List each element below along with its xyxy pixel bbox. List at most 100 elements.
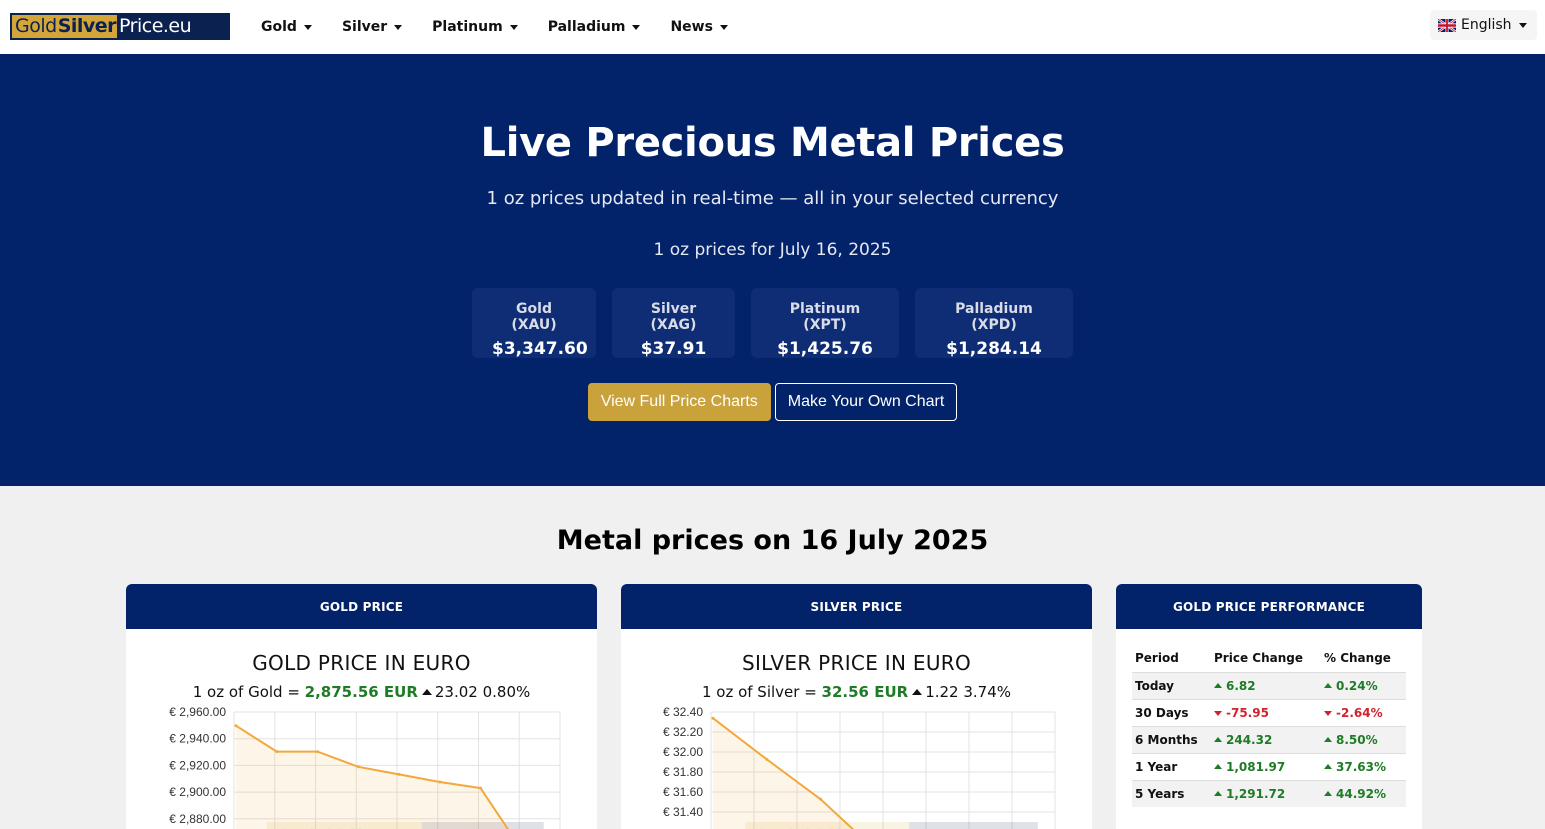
price-card-value: $37.91 xyxy=(640,339,707,359)
caret-up-icon xyxy=(1324,682,1332,688)
price-card-value: $1,284.14 xyxy=(946,339,1042,359)
pct-change-cell: 8.50% xyxy=(1321,725,1406,753)
caret-up-icon xyxy=(1214,682,1222,688)
language-selector[interactable]: English xyxy=(1430,10,1537,40)
caret-down-icon xyxy=(632,24,641,30)
pct-change-value: 37.63% xyxy=(1336,759,1386,774)
nav-item-news[interactable]: News xyxy=(670,19,728,35)
price-card-value: $3,347.60 xyxy=(492,339,588,359)
period-cell: 5 Years xyxy=(1132,779,1211,807)
nav-item-platinum[interactable]: Platinum xyxy=(432,19,518,35)
data-point[interactable] xyxy=(234,724,238,728)
pct-change-value: 8.50% xyxy=(1336,732,1378,747)
price-change-value: 1,081.97 xyxy=(1226,759,1286,774)
price-card-gold: Gold (XAU) $3,347.60 xyxy=(472,288,596,359)
logo-part-silver: Silver xyxy=(57,15,118,38)
pct-change-cell: 0.24% xyxy=(1321,671,1406,699)
hero-buttons: View Full Price Charts Make Your Own Cha… xyxy=(0,383,1545,421)
table-row: Today 6.82 0.24% xyxy=(1132,671,1406,699)
price-change-value: 1,291.72 xyxy=(1226,786,1286,801)
gold-price-panel: GOLD PRICE GOLD PRICE IN EURO 1 oz of Go… xyxy=(126,584,597,829)
panel-header: SILVER PRICE xyxy=(621,584,1092,629)
price-card-palladium: Palladium (XPD) $1,284.14 xyxy=(915,288,1073,359)
price-card-value: $1,425.76 xyxy=(777,339,873,359)
table-row: 6 Months 244.32 8.50% xyxy=(1132,725,1406,753)
section-title: Metal prices on 16 July 2025 xyxy=(556,525,989,556)
gold-price-chart[interactable]: € 2,960.00 € 2,940.00 € 2,920.00 € 2,900.00… xyxy=(126,629,597,829)
price-change-cell: 1,081.97 xyxy=(1211,752,1321,780)
panel-body: SILVER PRICE IN EURO 1 oz of Silver = 32… xyxy=(621,629,1092,829)
pct-change-value: -2.64% xyxy=(1336,705,1383,720)
data-point[interactable] xyxy=(438,780,442,784)
y-tick-label: € 32.00 xyxy=(663,745,703,759)
caret-up-icon xyxy=(1324,763,1332,769)
column-header-pct-change: % Change xyxy=(1324,651,1391,666)
language-label: English xyxy=(1461,17,1512,33)
y-tick-label: € 2,960.00 xyxy=(169,705,226,719)
y-tick-label: € 2,880.00 xyxy=(169,812,226,826)
pct-change-value: 44.92% xyxy=(1336,786,1386,801)
price-change-value: -75.95 xyxy=(1226,705,1269,720)
view-price-charts-button[interactable]: View Full Price Charts xyxy=(587,383,771,421)
silver-price-chart[interactable]: € 32.40€ 32.20€ 32.00€ 31.80€ 31.60€ 31.… xyxy=(621,629,1092,829)
caret-up-icon xyxy=(1214,736,1222,742)
price-card-name: Platinum (XPT) xyxy=(789,301,861,333)
price-change-value: 244.32 xyxy=(1226,732,1273,747)
performance-table: Period Price Change % Change Today 6.82 0.… xyxy=(1132,645,1406,807)
nav-item-silver[interactable]: Silver xyxy=(342,19,403,35)
panel-header: GOLD PRICE xyxy=(126,584,597,629)
price-card-name: Silver (XAG) xyxy=(650,301,697,333)
data-point[interactable] xyxy=(275,750,279,754)
price-change-cell: -75.95 xyxy=(1211,698,1321,726)
data-point[interactable] xyxy=(356,765,360,769)
price-card-name: Gold (XAU) xyxy=(511,301,557,333)
uk-flag-icon xyxy=(1438,18,1456,32)
data-point[interactable] xyxy=(397,772,401,776)
pct-change-cell: 44.92% xyxy=(1321,779,1406,807)
caret-up-icon xyxy=(1324,790,1332,796)
data-point[interactable] xyxy=(316,750,319,754)
caret-down-icon xyxy=(719,24,728,30)
pct-change-value: 0.24% xyxy=(1336,678,1378,693)
hero-title: Live Precious Metal Prices xyxy=(480,120,1065,166)
gold-performance-panel: GOLD PRICE PERFORMANCE Period Price Chan… xyxy=(1116,584,1422,829)
silver-price-panel: SILVER PRICE SILVER PRICE IN EURO 1 oz o… xyxy=(621,584,1092,829)
price-change-cell: 1,291.72 xyxy=(1211,779,1321,807)
price-change-cell: 6.82 xyxy=(1211,671,1321,699)
price-card-name: Palladium (XPD) xyxy=(955,301,1033,333)
panel-header: GOLD PRICE PERFORMANCE xyxy=(1116,584,1422,629)
data-point[interactable] xyxy=(711,716,715,720)
price-change-cell: 244.32 xyxy=(1211,725,1321,753)
data-point[interactable] xyxy=(479,786,482,790)
table-row: 30 Days -75.95 -2.64% xyxy=(1132,698,1406,726)
data-point[interactable] xyxy=(765,757,769,761)
y-tick-label: € 2,920.00 xyxy=(169,758,226,772)
caret-up-icon xyxy=(1324,736,1332,742)
hero-date: 1 oz prices for July 16, 2025 xyxy=(653,240,892,260)
site-logo[interactable]: Gold Silver Price.eu xyxy=(10,13,230,40)
caret-up-icon xyxy=(1214,790,1222,796)
make-own-chart-button[interactable]: Make Your Own Chart xyxy=(774,383,958,421)
y-tick-label: € 32.40 xyxy=(663,705,703,719)
logo-part-price: Price.eu xyxy=(117,15,228,38)
caret-down-icon xyxy=(1324,710,1332,716)
panel-body: GOLD PRICE IN EURO 1 oz of Gold = 2,875.… xyxy=(126,629,597,829)
caret-up-icon xyxy=(1214,763,1222,769)
nav-item-label: Palladium xyxy=(547,19,626,35)
column-header-period: Period xyxy=(1135,651,1179,666)
caret-down-icon xyxy=(509,24,518,30)
nav-item-palladium[interactable]: Palladium xyxy=(548,19,641,35)
data-point[interactable] xyxy=(819,797,822,801)
caret-down-icon xyxy=(303,24,312,30)
hero-subtitle: 1 oz prices updated in real-time — all i… xyxy=(486,188,1059,209)
y-tick-label: € 31.80 xyxy=(663,765,703,779)
pct-change-cell: 37.63% xyxy=(1321,752,1406,780)
navbar: Gold Silver Price.eu Gold Silver Platinum … xyxy=(0,0,1545,54)
y-tick-label: € 2,900.00 xyxy=(169,785,226,799)
nav-item-gold[interactable]: Gold xyxy=(261,19,312,35)
table-row: 5 Years 1,291.72 44.92% xyxy=(1132,779,1406,807)
y-tick-label: € 32.20 xyxy=(663,725,703,739)
price-change-value: 6.82 xyxy=(1226,678,1256,693)
main-menu: Gold Silver Platinum Palladium News xyxy=(261,0,758,54)
table-header-row: Period Price Change % Change xyxy=(1132,645,1406,672)
